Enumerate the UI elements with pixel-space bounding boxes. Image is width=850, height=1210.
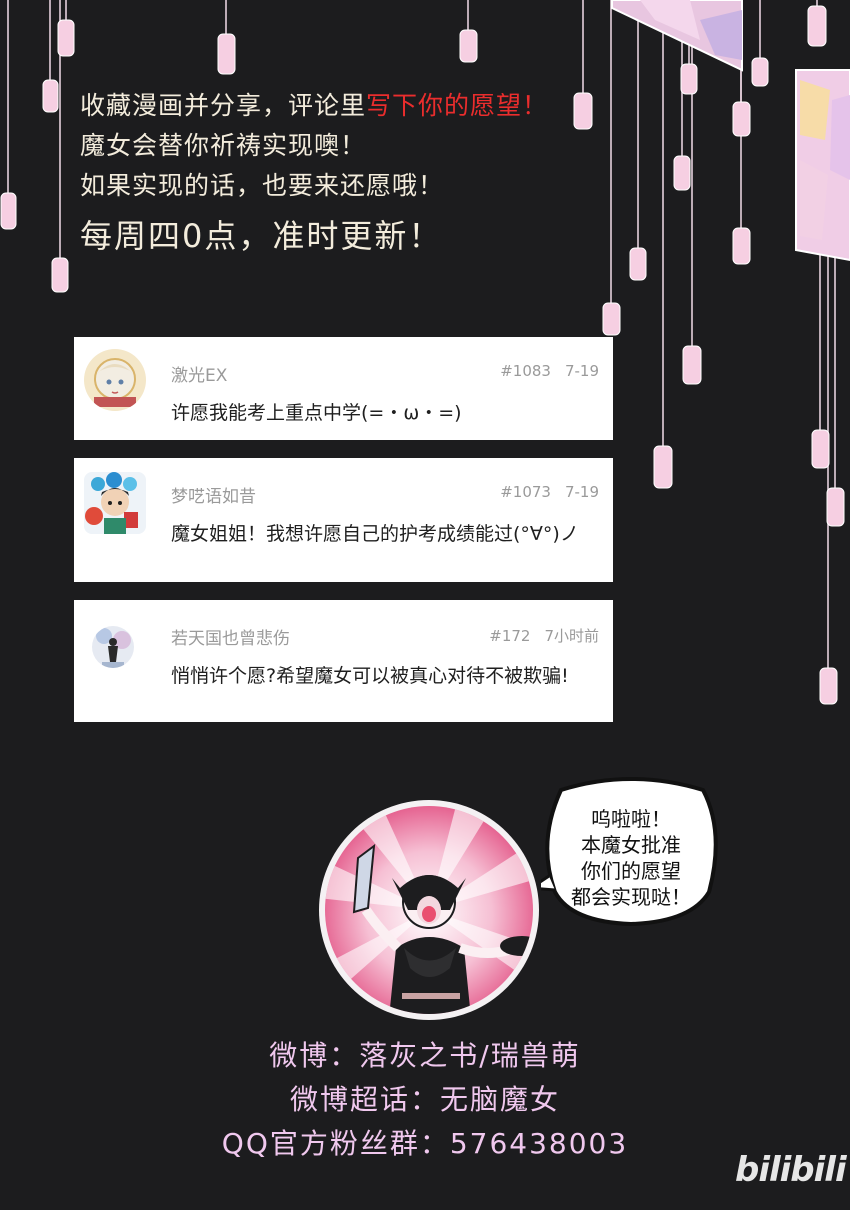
comment-time: 7-19 [564,362,599,380]
comment-text: 魔女姐姐！我想许愿自己的护考成绩能过(°∀°)ノ [171,523,579,545]
header-line-1: 收藏漫画并分享，评论里写下你的愿望！ [80,86,548,126]
witch-emblem-illustration [319,800,539,1020]
comment-card: 梦呓语如昔 #1073 7-19 魔女姐姐！我想许愿自己的护考成绩能过(°∀°)ノ [74,458,613,582]
header-line-1-highlight: 写下你的愿望！ [366,91,549,120]
footer-weibo: 微博：落灰之书/瑞兽萌 [269,1039,581,1072]
header-text: 收藏漫画并分享，评论里写下你的愿望！ 魔女会替你祈祷实现噢！ 如果实现的话，也要… [80,86,548,260]
comment-text: 许愿我能考上重点中学(=・ω・=) [171,402,462,424]
comment-meta: #172 7小时前 [489,625,599,646]
comment-meta: #1073 7-19 [500,483,599,501]
comment-username[interactable]: 梦呓语如昔 [171,482,256,507]
speech-bubble-text: 呜啦啦！ 本魔女批准 你们的愿望 都会实现哒！ [571,807,691,909]
comment-username[interactable]: 若天国也曾悲伤 [171,624,290,649]
footer-info: 微博：落灰之书/瑞兽萌 微博超话：无脑魔女 QQ官方粉丝群：576438003 [0,1034,850,1166]
comment-card: 若天国也曾悲伤 #172 7小时前 悄悄许个愿?希望魔女可以被真心对待不被欺骗! [74,600,613,722]
page: 收藏漫画并分享，评论里写下你的愿望！ 魔女会替你祈祷实现噢！ 如果实现的话，也要… [0,0,850,1210]
comment-floor: #1083 [500,362,551,380]
avatar[interactable] [84,349,146,411]
comment-card: 激光EX #1083 7-19 许愿我能考上重点中学(=・ω・=) [74,337,613,440]
speech-bubble: 呜啦啦！ 本魔女批准 你们的愿望 都会实现哒！ [541,772,721,932]
bilibili-logo: bilibili [735,1150,847,1190]
header-line-1-text: 收藏漫画并分享，评论里 [80,91,367,120]
comment-text: 悄悄许个愿?希望魔女可以被真心对待不被欺骗! [171,665,569,687]
avatar[interactable] [84,472,146,534]
header-line-2: 魔女会替你祈祷实现噢！ [80,131,367,160]
header-schedule: 每周四0点，准时更新！ [80,217,443,255]
comment-meta: #1083 7-19 [500,362,599,380]
comment-time: 7-19 [564,483,599,501]
header-line-3: 如果实现的话，也要来还愿哦！ [80,171,445,200]
footer-weibo-topic: 微博超话：无脑魔女 [289,1083,560,1116]
comment-time: 7小时前 [544,627,599,645]
comment-username[interactable]: 激光EX [171,361,227,386]
footer-qq-group: QQ官方粉丝群：576438003 [221,1127,629,1160]
comment-floor: #172 [489,627,531,645]
avatar[interactable] [92,626,134,668]
comment-floor: #1073 [500,483,551,501]
